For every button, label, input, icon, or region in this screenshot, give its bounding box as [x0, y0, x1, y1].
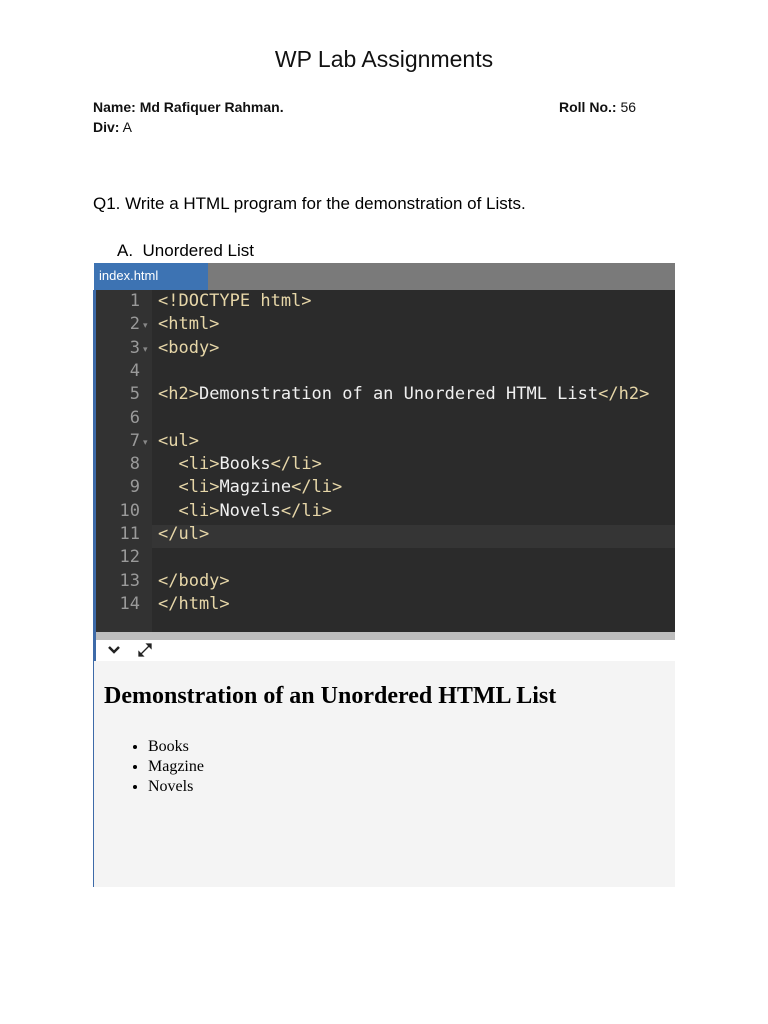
question: Q1. Write a HTML program for the demonst… [93, 194, 526, 213]
code-tag: </li> [270, 454, 322, 475]
chevron-down-icon[interactable] [108, 646, 120, 655]
line-number: 5 [129, 384, 140, 405]
name-value: Md Rafiquer Rahman. [139, 99, 284, 115]
section-heading: A. Unordered List [117, 241, 255, 260]
code-text: Magzine [219, 477, 292, 498]
code-line: <html> [158, 314, 219, 334]
code-line: <li>Magzine</li> [158, 477, 342, 497]
code-line: <ul> [158, 431, 199, 451]
tab-index-html[interactable]: index.html [94, 263, 208, 290]
code-line: </ul> [158, 524, 209, 544]
code-text: Demonstration of an Unordered HTML List [198, 384, 599, 405]
document-title: WP Lab Assignments [274, 46, 494, 72]
list-item: Magzine [148, 757, 204, 777]
code-line: <li>Books</li> [158, 454, 322, 475]
roll-value: 56 [620, 99, 637, 115]
code-line: </html> [158, 594, 230, 614]
divider[interactable] [94, 632, 675, 640]
code-line: <!DOCTYPE html> [158, 291, 312, 311]
fold-toggle-icon[interactable]: ▾ [143, 320, 148, 331]
code-line: <h2>Demonstration of an Unordered HTML L… [158, 384, 649, 404]
code-tag: </ul> [158, 524, 210, 544]
code-tag: <li> [178, 477, 220, 498]
roll-line: Roll No.: 56 [559, 99, 636, 115]
list-item: Books [148, 737, 204, 757]
div-line: Div: A [93, 119, 132, 135]
tab-bar: index.html [94, 263, 675, 290]
name-line: Name: Md Rafiquer Rahman. [93, 99, 284, 115]
active-line-highlight [152, 525, 675, 548]
line-number: 6 [129, 407, 140, 428]
preview-toolbar [94, 640, 675, 661]
line-number: 7 [129, 430, 140, 451]
line-number: 13 [119, 570, 140, 591]
line-number: 11 [119, 524, 140, 544]
output-preview: Demonstration of an Unordered HTML List … [94, 661, 675, 887]
div-label: Div: [93, 119, 120, 135]
code-tag: </h2> [598, 384, 650, 405]
code-tag: <html> [158, 314, 220, 335]
code-tag: <ul> [158, 430, 199, 451]
code-tag: <!DOCTYPE html> [158, 291, 312, 311]
code-tag: <li> [178, 500, 220, 521]
code-tag: </li> [291, 477, 343, 498]
code-line: <li>Novels</li> [158, 501, 332, 521]
code-tag: <li> [178, 454, 220, 475]
code-tag: <h2> [158, 384, 199, 405]
line-number: 10 [119, 500, 140, 521]
code-text: Novels [219, 500, 281, 521]
line-number: 2 [129, 314, 140, 335]
line-number: 14 [119, 593, 140, 614]
fold-toggle-icon[interactable]: ▾ [143, 437, 148, 448]
code-tag: </li> [280, 500, 333, 521]
code-editor: index.html 1 <!DOCTYPE html> 2 ▾ <html> 3 ▾ <bo… [94, 263, 675, 661]
code-tag: </body> [158, 570, 230, 591]
line-number: 3 [129, 337, 140, 358]
code-line: <body> [158, 338, 219, 358]
code-tag: <body> [158, 337, 220, 358]
preview-list: Books Magzine Novels [104, 737, 204, 797]
line-number: 12 [119, 547, 140, 568]
div-value: A [122, 119, 132, 135]
line-number: 9 [129, 477, 140, 498]
code-tag: </html> [158, 593, 230, 614]
line-number: 8 [129, 454, 140, 475]
name-label: Name: [93, 99, 136, 115]
list-item: Novels [148, 777, 204, 797]
code-text: Books [219, 454, 271, 475]
code-area[interactable]: 1 <!DOCTYPE html> 2 ▾ <html> 3 ▾ <body> 4 5 <h2>De… [94, 290, 675, 632]
roll-label: Roll No.: [559, 99, 617, 115]
line-number: 4 [129, 360, 140, 381]
preview-heading: Demonstration of an Unordered HTML List [104, 683, 557, 709]
line-number: 1 [129, 291, 140, 311]
code-line: </body> [158, 571, 230, 591]
fold-toggle-icon[interactable]: ▾ [143, 344, 148, 355]
expand-icon[interactable] [138, 643, 152, 657]
